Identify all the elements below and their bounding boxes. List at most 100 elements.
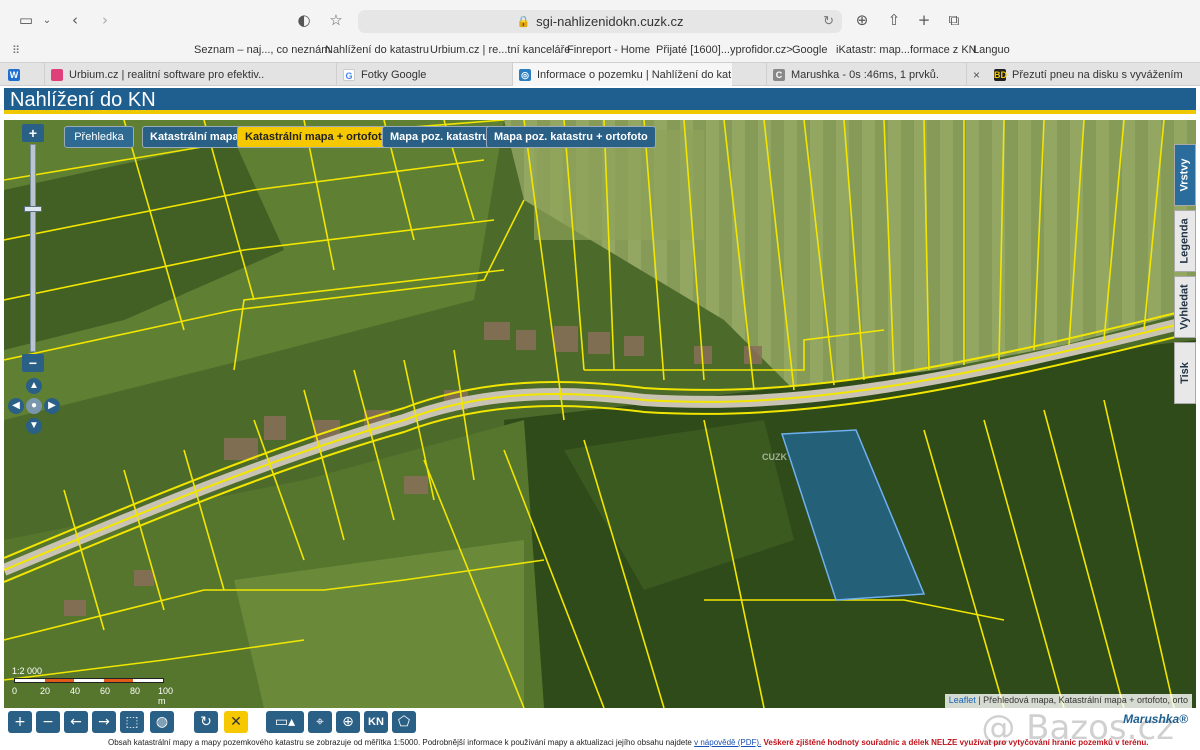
chevron-down-icon[interactable]: ⌄ [40,10,54,30]
pan-down-icon[interactable]: ▼ [26,418,42,434]
scale-tick: 40 [70,686,81,696]
disclaimer-text: Obsah katastrální mapy a mapy pozemkovéh… [108,738,692,747]
footer-disclaimer: Obsah katastrální mapy a mapy pozemkovéh… [108,738,1149,747]
kn-info-icon[interactable]: KN [364,711,388,733]
urbium-favicon-icon [51,68,63,81]
zoom-slider-handle[interactable] [24,206,42,212]
close-icon[interactable]: × [973,68,980,82]
zoom-in-button[interactable]: + [22,124,44,142]
download-icon[interactable]: ⊕ [852,10,872,30]
bottom-toolbar: + − ← → ⬚ ◍ ↻ ✕ ▭▴ ⌖ ⊕ KN ⬠ @ Bazos.cz M… [4,708,1196,750]
tab-informace-o-pozemku[interactable]: ◎ Informace o pozemku | Nahlížení do kat… [512,63,732,86]
side-tab-vrstvy[interactable]: Vrstvy [1174,144,1196,206]
layer-button-mapa-poz-katastru-ortofoto[interactable]: Mapa poz. katastru + ortofoto [486,126,656,148]
page-title: Nahlížení do KN [10,89,156,111]
map-attribution: Leaflet | Přehledová mapa, Katastrální m… [944,694,1192,708]
bookmark-item[interactable]: Finreport - Home [567,44,650,56]
layer-button-mapa-poz-katastru[interactable]: Mapa poz. katastru [382,126,498,148]
location-pin-icon[interactable]: ⌖ [308,711,332,733]
scale-tick: 60 [100,686,111,696]
bookmarks-bar: ⠿ Seznam – naj..., co neznám Nahlížení d… [0,40,1200,62]
google-favicon-icon: G [343,68,355,81]
refresh-icon[interactable]: ↻ [194,711,218,733]
scale-tick: 80 [130,686,141,696]
tab-urbium[interactable]: Urbium.cz | realitní software pro efekti… [44,63,264,86]
new-tab-icon[interactable]: + [914,10,934,30]
cancel-selection-icon[interactable]: ✕ [224,711,248,733]
forward-arrow-icon[interactable]: › [96,10,114,30]
full-extent-globe-icon[interactable]: ◍ [150,711,174,733]
side-tab-label: Vrstvy [1179,158,1191,192]
side-tab-label: Legenda [1179,218,1192,264]
bd-favicon-icon: BD [994,68,1008,81]
leaflet-link[interactable]: Leaflet [949,695,976,705]
bookmark-item[interactable]: Seznam – naj..., co neznám [194,44,330,56]
bookmark-item[interactable]: Přijaté [1600]...yprofidor.cz> [656,44,793,56]
side-panel-tabs: Vrstvy Legenda Vyhledat Tisk [1174,144,1196,414]
zoom-out-icon[interactable]: − [36,711,60,733]
tab-strip: W Urbium.cz | realitní software pro efek… [0,62,1200,86]
tab-label: Urbium.cz | realitní software pro efekti… [69,68,264,81]
sidebar-toggle-icon[interactable]: ▭ [16,10,36,30]
side-tab-legenda[interactable]: Legenda [1174,210,1196,272]
pan-up-icon[interactable]: ▲ [26,378,42,394]
pan-right-icon[interactable]: ▶ [44,398,60,414]
scale-tick: 0 [12,686,18,696]
bookmark-item[interactable]: iKatastr: map...formace z KN [836,44,977,56]
marushka-logo: Marushka® [1123,712,1188,726]
gps-target-icon[interactable]: ⊕ [336,711,360,733]
draw-polygon-icon[interactable]: ⬠ [392,711,416,733]
page: Nahlížení do KN CUZK Přehledka Katastrál… [0,86,1200,750]
tab-label: Přezutí pneu na disku s vyvážením [1012,68,1183,81]
scale-tick: 100 m [158,686,174,706]
bookmark-item[interactable]: Urbium.cz | re...tní kanceláře [430,44,570,56]
zoom-box-icon[interactable]: ⬚ [120,711,144,733]
map-scale: 1:2 000 0 20 40 60 80 100 m [10,662,180,706]
scale-bar [14,678,164,683]
app-header: Nahlížení do KN [4,88,1196,114]
zoom-slider-track[interactable] [30,144,36,352]
tab-label: Marushka - 0s :46ms, 1 prvků. [791,68,939,81]
browser-toolbar: ▭ ⌄ ‹ › ◐ ☆ 🔒 sgi-nahlizenidokn.cuzk.cz … [0,0,1200,40]
star-icon[interactable]: ☆ [327,10,345,30]
zoom-out-button[interactable]: − [22,354,44,372]
grid-icon[interactable]: ⠿ [12,44,20,57]
pan-center-icon[interactable]: ● [26,398,42,414]
tab-prezuti-pneu[interactable]: × BD Přezutí pneu na disku s vyvážením [966,63,1200,86]
side-tab-label: Vyhledat [1179,284,1192,330]
tab-overview-icon[interactable]: ⧉ [944,10,964,30]
layer-button-prehledka[interactable]: Přehledka [64,126,134,148]
share-icon[interactable]: ⇧ [884,10,904,30]
scale-tick: 20 [40,686,51,696]
zoom-in-icon[interactable]: + [8,711,32,733]
tab-google-photos[interactable]: G Fotky Google [336,63,506,86]
side-tab-vyhledat[interactable]: Vyhledat [1174,276,1196,338]
tab-marushka[interactable]: C Marushka - 0s :46ms, 1 prvků. [766,63,966,86]
measure-tool-icon[interactable]: ▭▴ [266,711,304,733]
back-arrow-icon[interactable]: ‹ [66,10,84,30]
help-pdf-link[interactable]: v nápovědě (PDF). [694,738,761,747]
url-text: sgi-nahlizenidokn.cuzk.cz [536,14,684,29]
zoom-control: + − [18,124,48,374]
map-view[interactable]: CUZK Přehledka Katastrální mapa Katastrá… [4,120,1196,708]
word-favicon-icon: W [8,68,20,81]
address-bar[interactable]: 🔒 sgi-nahlizenidokn.cuzk.cz ↻ [358,10,842,33]
pan-left-icon[interactable]: ◀ [8,398,24,414]
orthophoto-map [4,120,1196,708]
layer-button-katastralni-mapa[interactable]: Katastrální mapa [142,126,247,148]
pinned-tab[interactable]: W [0,63,28,86]
privacy-shield-icon[interactable]: ◐ [295,10,313,30]
marushka-favicon-icon: C [773,68,785,81]
bookmark-item[interactable]: Google [792,44,827,56]
layer-button-katastralni-mapa-ortofoto[interactable]: Katastrální mapa + ortofoto [237,126,397,148]
bookmark-item[interactable]: Languo [973,44,1010,56]
history-forward-icon[interactable]: → [92,711,116,733]
history-back-icon[interactable]: ← [64,711,88,733]
scale-ratio: 1:2 000 [12,666,43,676]
cuzk-watermark: CUZK [762,452,787,462]
side-tab-tisk[interactable]: Tisk [1174,342,1196,404]
tab-label: Informace o pozemku | Nahlížení do kat..… [537,68,732,81]
bookmark-item[interactable]: Nahlížení do katastru [325,44,429,56]
globe-favicon-icon: ◎ [519,68,531,81]
reload-icon[interactable]: ↻ [823,13,834,29]
